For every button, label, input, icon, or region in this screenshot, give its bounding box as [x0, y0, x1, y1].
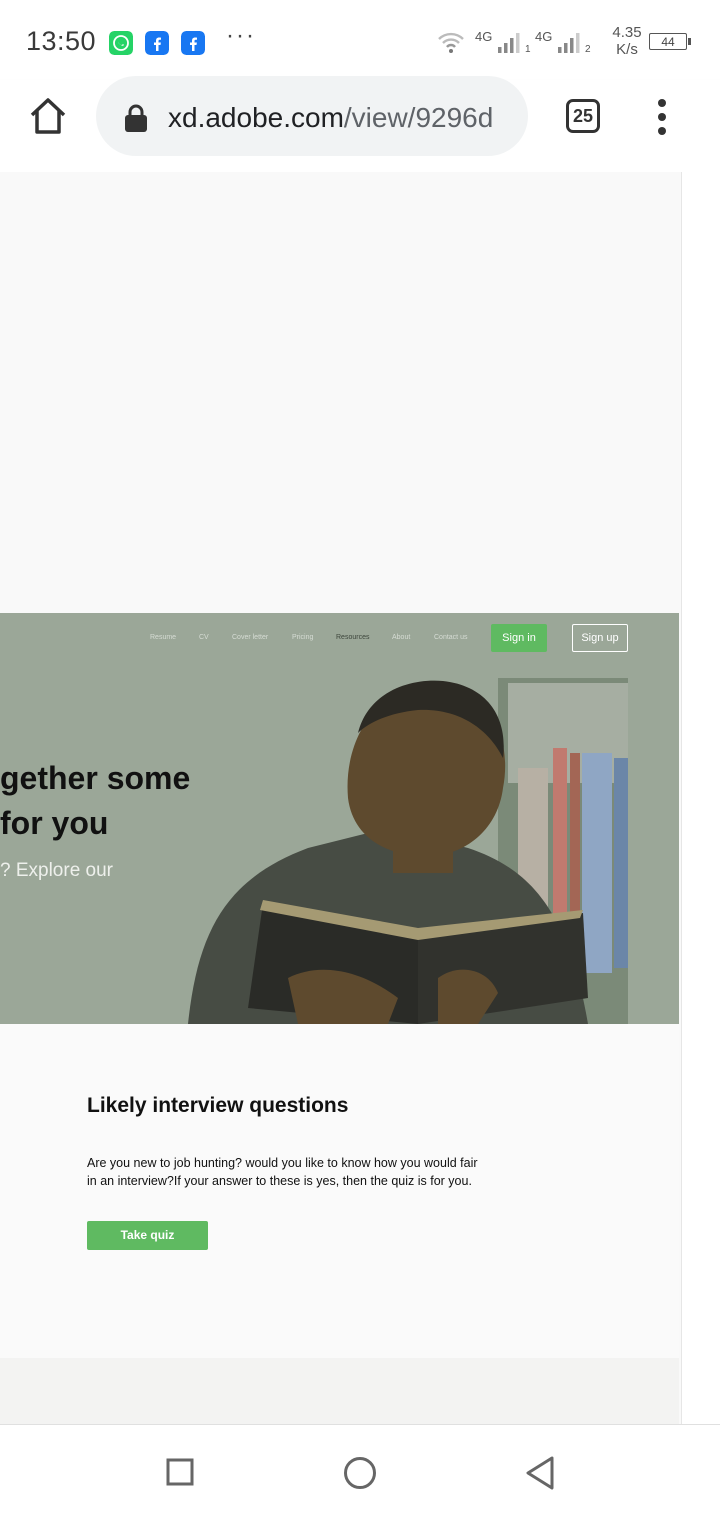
url-host: xd.adobe.com	[168, 102, 344, 133]
nav-link-contact[interactable]: Contact us	[434, 634, 467, 641]
nav-link-cover-letter[interactable]: Cover letter	[232, 634, 268, 641]
network-speed-value: 4.35	[612, 24, 642, 41]
sim-1-label: 1	[525, 44, 531, 55]
interview-section	[0, 1024, 679, 1358]
network-speed: 4.35 K/s	[608, 24, 646, 58]
whatsapp-icon	[109, 31, 133, 55]
section-title: Likely interview questions	[87, 1094, 349, 1117]
facebook-icon	[145, 31, 169, 55]
nav-link-pricing[interactable]: Pricing	[292, 634, 313, 641]
take-quiz-button[interactable]: Take quiz	[87, 1221, 208, 1250]
home-button-icon[interactable]	[343, 1456, 377, 1490]
url-text[interactable]: xd.adobe.com/view/9296d	[168, 102, 493, 134]
facebook-icon	[181, 31, 205, 55]
page-margin	[681, 172, 720, 1424]
back-icon[interactable]	[524, 1455, 556, 1491]
network-type-1: 4G	[475, 29, 493, 44]
home-icon[interactable]	[28, 96, 68, 136]
recent-apps-icon[interactable]	[166, 1458, 194, 1486]
more-notifications-icon: ···	[226, 22, 256, 49]
battery-icon: 44	[649, 33, 691, 50]
nav-link-resume[interactable]: Resume	[150, 634, 176, 641]
network-type-2: 4G	[535, 29, 553, 44]
hero-headline-line-1: gether some	[0, 760, 191, 796]
tab-switcher-button[interactable]: 25	[566, 99, 600, 133]
url-path: /view/9296d	[343, 102, 494, 133]
sim-2-label: 2	[585, 44, 591, 55]
nav-link-about[interactable]: About	[392, 634, 410, 641]
overflow-menu-icon[interactable]	[652, 98, 672, 136]
wifi-icon	[438, 32, 464, 53]
nav-link-resources[interactable]: Resources	[336, 634, 369, 641]
status-time: 13:50	[26, 26, 97, 56]
sign-in-button[interactable]: Sign in	[491, 624, 547, 652]
signal-icon	[498, 33, 520, 53]
sign-up-button[interactable]: Sign up	[572, 624, 628, 652]
nav-link-cv[interactable]: CV	[199, 634, 209, 641]
lock-icon[interactable]	[124, 103, 148, 133]
hero-subtext: ? Explore our	[0, 860, 114, 881]
hero-headline-line-2: for you	[0, 805, 109, 841]
hero-reader-photo	[188, 678, 628, 1024]
next-section-strip	[0, 1358, 679, 1424]
signal-icon	[558, 33, 580, 53]
network-speed-unit: K/s	[616, 41, 638, 58]
section-description: Are you new to job hunting? would you li…	[87, 1156, 478, 1188]
